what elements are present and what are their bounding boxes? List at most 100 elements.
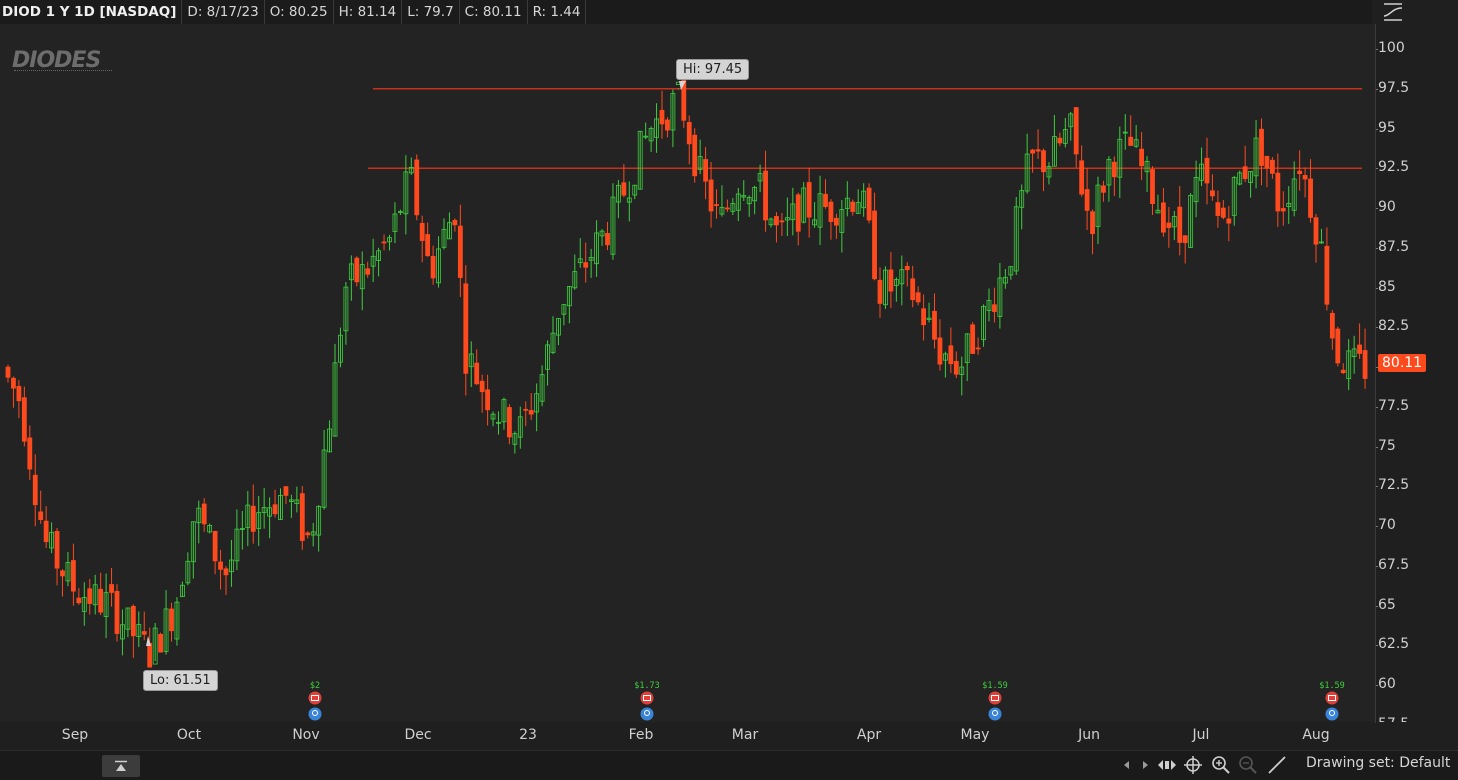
drawing-tool-button[interactable]	[1266, 753, 1288, 777]
price-candle[interactable]	[523, 401, 529, 427]
price-candle[interactable]	[784, 197, 790, 237]
price-candle[interactable]	[1270, 157, 1275, 179]
price-candle[interactable]	[610, 183, 616, 260]
price-candle[interactable]	[899, 255, 905, 306]
dividend-icon[interactable]	[1325, 707, 1339, 721]
price-axis[interactable]: 10097.59592.59087.58582.58077.57572.5706…	[1376, 24, 1458, 722]
price-candle[interactable]	[245, 490, 251, 547]
price-candle[interactable]	[441, 218, 447, 250]
price-candle[interactable]	[158, 632, 164, 653]
price-candle[interactable]	[496, 411, 501, 435]
price-candle[interactable]	[888, 252, 894, 309]
price-candle[interactable]	[1133, 125, 1139, 148]
price-candle[interactable]	[1302, 167, 1308, 198]
price-candle[interactable]	[1231, 175, 1237, 226]
price-candle[interactable]	[981, 304, 986, 347]
price-candle[interactable]	[801, 182, 807, 224]
price-candle[interactable]	[550, 316, 556, 354]
price-candle[interactable]	[1002, 268, 1008, 289]
price-candle[interactable]	[1177, 185, 1183, 256]
price-candle[interactable]	[1193, 160, 1199, 218]
price-candle[interactable]	[256, 495, 262, 546]
price-candle[interactable]	[147, 627, 153, 668]
price-candle[interactable]	[327, 420, 332, 453]
price-candle[interactable]	[1144, 156, 1150, 192]
price-candle[interactable]	[294, 486, 300, 513]
price-candle[interactable]	[1068, 111, 1074, 141]
price-candle[interactable]	[637, 130, 643, 190]
price-candle[interactable]	[997, 262, 1003, 329]
price-candle[interactable]	[1188, 193, 1194, 248]
price-candle[interactable]	[1329, 310, 1335, 350]
price-candle[interactable]	[654, 103, 659, 153]
price-candle[interactable]	[1161, 188, 1166, 237]
price-candle[interactable]	[719, 185, 725, 217]
price-candle[interactable]	[185, 552, 191, 586]
price-candle[interactable]	[1117, 126, 1123, 198]
price-candle[interactable]	[5, 364, 11, 383]
price-candle[interactable]	[768, 217, 774, 228]
price-candle[interactable]	[1226, 205, 1232, 242]
price-candle[interactable]	[648, 126, 654, 152]
price-candle[interactable]	[1052, 115, 1057, 167]
price-candle[interactable]	[1346, 339, 1352, 391]
price-candle[interactable]	[179, 581, 185, 598]
price-candle[interactable]	[1280, 191, 1286, 226]
zoom-out-button[interactable]	[1237, 753, 1259, 777]
price-candle[interactable]	[49, 522, 54, 554]
price-candle[interactable]	[774, 212, 779, 243]
price-candle[interactable]	[1122, 114, 1128, 150]
price-candle[interactable]	[812, 202, 817, 228]
price-candle[interactable]	[212, 530, 218, 575]
price-candle[interactable]	[71, 543, 76, 606]
price-candle[interactable]	[659, 90, 665, 139]
price-candle[interactable]	[27, 425, 33, 480]
price-candle[interactable]	[1008, 266, 1014, 280]
price-candle[interactable]	[877, 267, 883, 318]
collapse-panel-button[interactable]	[102, 755, 140, 777]
price-candle[interactable]	[1139, 132, 1144, 180]
price-candle[interactable]	[1362, 328, 1368, 389]
price-candle[interactable]	[665, 117, 670, 138]
price-candle[interactable]	[98, 572, 104, 616]
price-candle[interactable]	[1319, 228, 1324, 244]
price-candle[interactable]	[169, 602, 174, 642]
price-candle[interactable]	[959, 356, 965, 396]
price-candle[interactable]	[1324, 227, 1330, 311]
price-candle[interactable]	[632, 184, 638, 200]
price-candle[interactable]	[288, 494, 294, 518]
price-candle[interactable]	[1095, 176, 1101, 245]
price-candle[interactable]	[310, 522, 316, 547]
drawing-set-selector[interactable]: Drawing set: Default	[1306, 755, 1450, 771]
price-candle[interactable]	[512, 431, 518, 454]
price-candle[interactable]	[1297, 150, 1303, 191]
price-candle[interactable]	[120, 609, 125, 656]
price-candle[interactable]	[354, 256, 360, 287]
price-candle[interactable]	[795, 192, 801, 246]
price-candle[interactable]	[321, 429, 327, 510]
price-candle[interactable]	[1062, 118, 1068, 148]
price-candle[interactable]	[207, 523, 213, 534]
price-candle[interactable]	[114, 584, 120, 642]
price-candle[interactable]	[566, 286, 572, 324]
price-candle[interactable]	[904, 262, 910, 287]
price-candle[interactable]	[763, 150, 768, 232]
price-candle[interactable]	[714, 189, 719, 219]
price-candle[interactable]	[425, 222, 431, 257]
candlestick-plot[interactable]: $2 $1.73 $1.59 $1.59	[0, 24, 1375, 722]
price-candle[interactable]	[932, 293, 937, 349]
price-candle[interactable]	[87, 579, 93, 615]
price-candle[interactable]	[436, 236, 441, 288]
price-candle[interactable]	[1357, 323, 1362, 359]
price-candle[interactable]	[986, 288, 992, 322]
price-candle[interactable]	[1248, 171, 1253, 198]
price-candle[interactable]	[746, 195, 752, 217]
earnings-icon[interactable]	[1325, 691, 1339, 705]
price-candle[interactable]	[1057, 132, 1063, 147]
price-candle[interactable]	[872, 192, 877, 281]
price-candle[interactable]	[201, 498, 207, 532]
price-candle[interactable]	[725, 199, 730, 213]
price-candle[interactable]	[910, 265, 916, 308]
price-candle[interactable]	[975, 337, 981, 355]
price-candle[interactable]	[730, 198, 736, 216]
